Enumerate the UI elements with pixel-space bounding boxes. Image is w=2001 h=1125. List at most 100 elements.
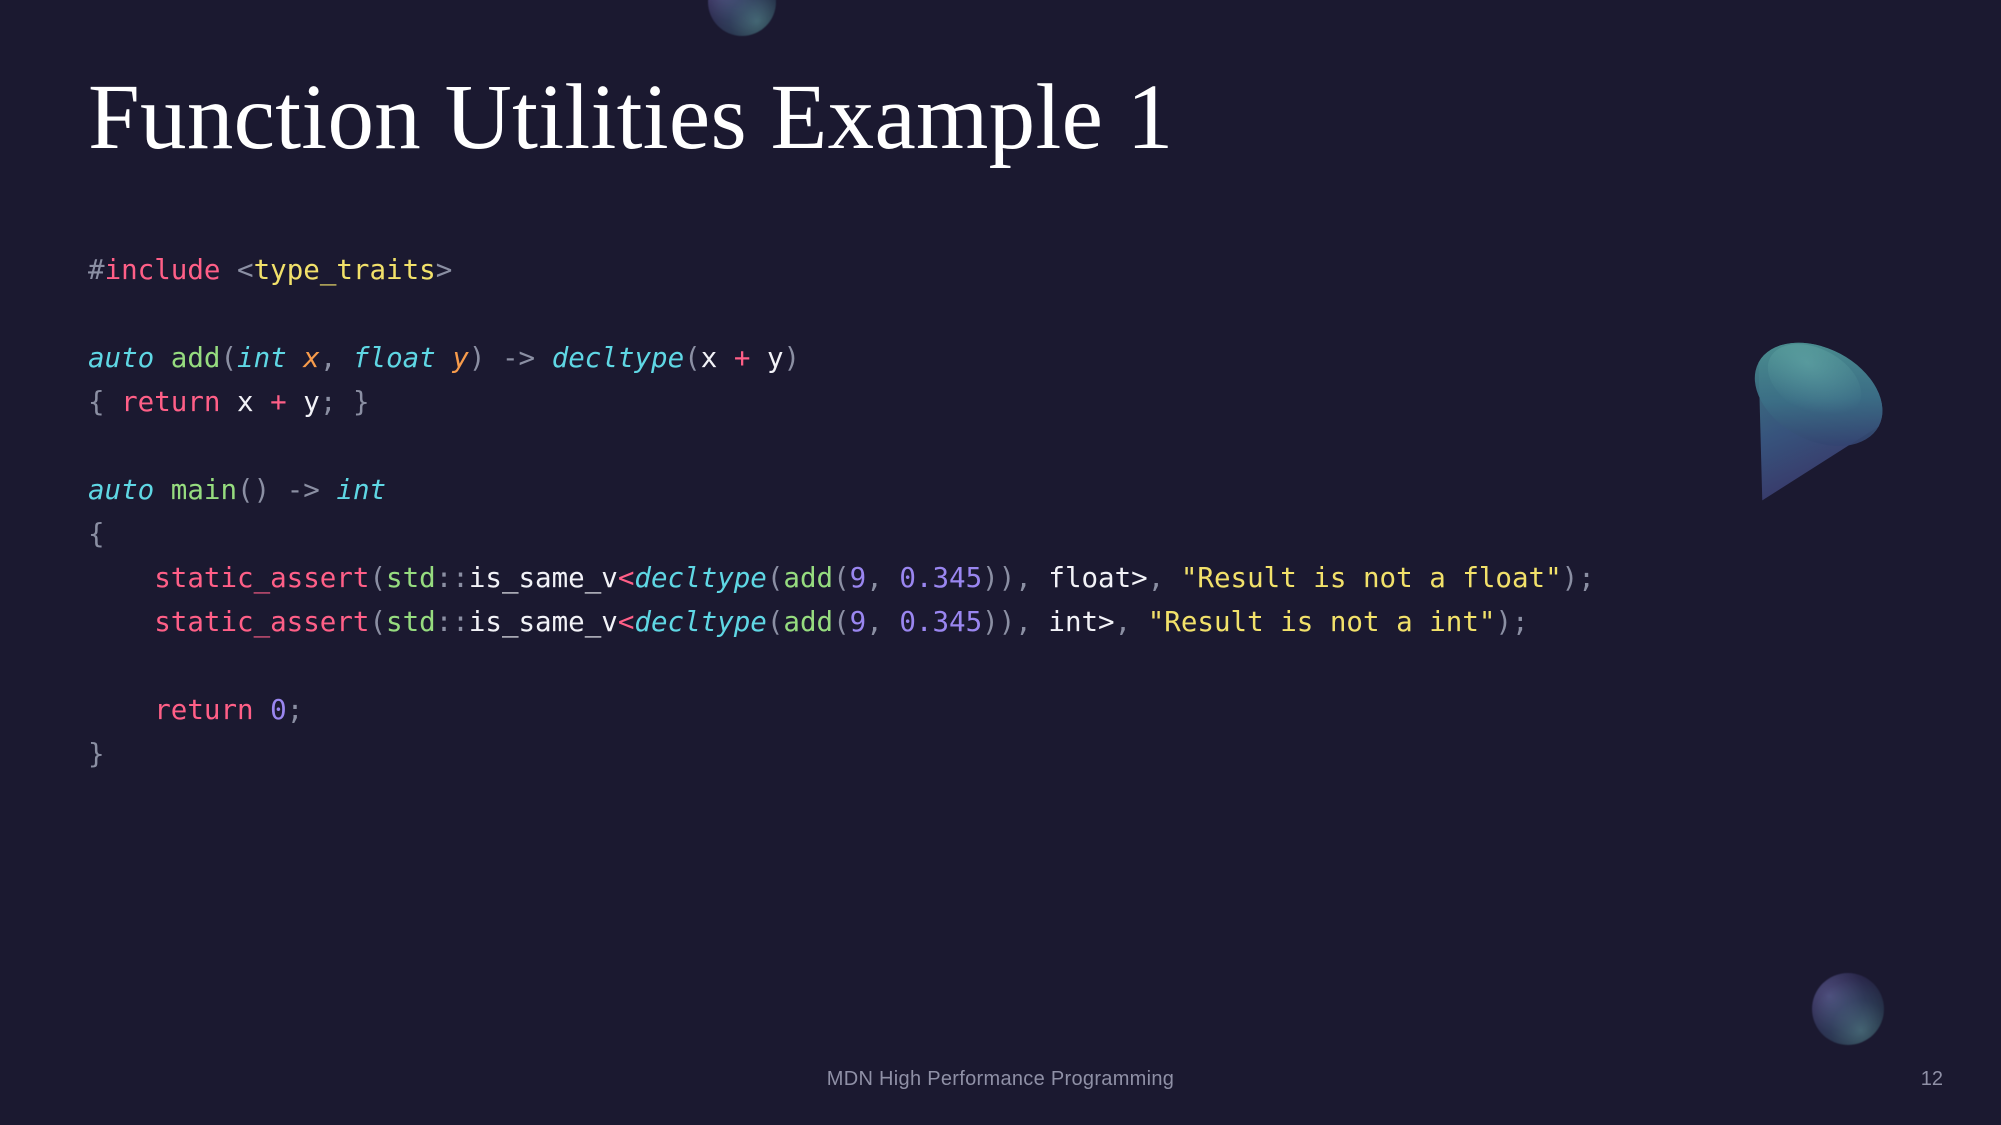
code-token-punct: ) xyxy=(783,342,801,374)
code-token-kw: static_assert xyxy=(154,606,370,638)
code-token-punct: } xyxy=(352,386,370,418)
code-token-param: y xyxy=(452,342,469,374)
code-line: { xyxy=(88,512,1595,556)
footer-label: MDN High Performance Programming xyxy=(826,1068,1175,1090)
code-token-punct: ( xyxy=(766,562,784,594)
code-token-punct: ( xyxy=(766,606,784,638)
code-token-type: auto xyxy=(88,342,155,374)
code-token-kw: static_assert xyxy=(154,562,370,594)
code-token-type: decltype xyxy=(634,606,767,638)
code-token-type: decltype xyxy=(551,342,685,374)
code-token-punct: { xyxy=(88,386,105,418)
code-token-op: + xyxy=(270,386,287,418)
code-token-num: 9 xyxy=(849,606,867,638)
code-token-punct: < xyxy=(237,254,254,286)
code-token-plain: int> xyxy=(1048,606,1115,638)
code-token-punct: , xyxy=(319,342,353,374)
code-token-num: 0.345 xyxy=(899,562,983,594)
code-token-param: x xyxy=(303,342,320,374)
cone-decoration xyxy=(1700,315,1910,525)
sphere-decoration-bottom xyxy=(1812,973,1884,1045)
code-token-punct: , xyxy=(866,606,900,638)
code-token-ns: std xyxy=(386,562,436,594)
code-token-punct: , xyxy=(866,562,900,594)
code-token-fn: add xyxy=(783,562,834,594)
code-token-punct: :: xyxy=(435,606,469,638)
code-token-str: type_traits xyxy=(253,254,436,286)
code-token-punct: ); xyxy=(1495,606,1529,638)
code-token-punct: { xyxy=(88,518,105,550)
code-token-punct: > xyxy=(435,254,453,286)
code-token-plain: is_same_v xyxy=(468,606,618,638)
code-token-punct: ( xyxy=(369,606,387,638)
code-line: return 0; xyxy=(88,688,1595,732)
code-token-punct: :: xyxy=(435,562,469,594)
sphere-decoration-top xyxy=(708,0,776,36)
page-title: Function Utilities Example 1 xyxy=(88,66,1174,169)
code-token-ns: std xyxy=(386,606,436,638)
code-block: #include <type_traits> auto add(int x, fl… xyxy=(88,248,1595,776)
code-token-num: 0 xyxy=(270,694,287,726)
code-token-plain: y xyxy=(766,342,784,374)
code-token-plain: x xyxy=(237,386,254,418)
code-line: static_assert(std::is_same_v<decltype(ad… xyxy=(88,600,1595,644)
code-token-punct xyxy=(220,254,237,286)
code-token-kw: return xyxy=(154,694,254,726)
code-token-fn: add xyxy=(783,606,834,638)
code-token-num: 0.345 xyxy=(899,606,983,638)
code-token-type: auto xyxy=(88,474,155,506)
code-line: #include <type_traits> xyxy=(88,248,1595,292)
code-token-punct: ); xyxy=(1561,562,1595,594)
code-line: auto add(int x, float y) -> decltype(x +… xyxy=(88,336,1595,380)
code-token-type: int xyxy=(336,474,387,506)
code-token-punct: () xyxy=(237,474,271,506)
code-token-punct: # xyxy=(88,254,105,286)
code-token-punct: ( xyxy=(833,606,850,638)
code-line: } xyxy=(88,732,1595,776)
code-token-punct: )) xyxy=(982,606,1016,638)
code-token-num: 9 xyxy=(849,562,867,594)
code-token-op: < xyxy=(617,562,635,594)
code-token-punct: , xyxy=(1015,562,1049,594)
code-token-punct: ; xyxy=(286,694,304,726)
cone-icon xyxy=(1754,342,1883,501)
code-token-punct: , xyxy=(1114,606,1148,638)
code-token-type: float xyxy=(352,342,436,374)
code-token-str: "Result is not a int" xyxy=(1147,606,1496,638)
code-token-op: < xyxy=(617,606,635,638)
code-token-punct: ( xyxy=(833,562,850,594)
code-line: { return x + y; } xyxy=(88,380,1595,424)
code-token-punct: ; xyxy=(319,386,337,418)
code-token-punct: ( xyxy=(369,562,387,594)
code-token-plain: is_same_v xyxy=(468,562,618,594)
code-token-op: + xyxy=(733,342,751,374)
code-token-plain: float> xyxy=(1048,562,1148,594)
code-token-plain: y xyxy=(303,386,320,418)
code-line: auto main() -> int xyxy=(88,468,1595,512)
code-token-macro: include xyxy=(104,254,221,286)
code-token-punct: ( xyxy=(684,342,701,374)
code-token-punct: -> xyxy=(286,474,320,506)
code-token-punct: ( xyxy=(220,342,238,374)
code-token-str: "Result is not a float" xyxy=(1180,562,1562,594)
code-token-punct: } xyxy=(88,738,105,770)
